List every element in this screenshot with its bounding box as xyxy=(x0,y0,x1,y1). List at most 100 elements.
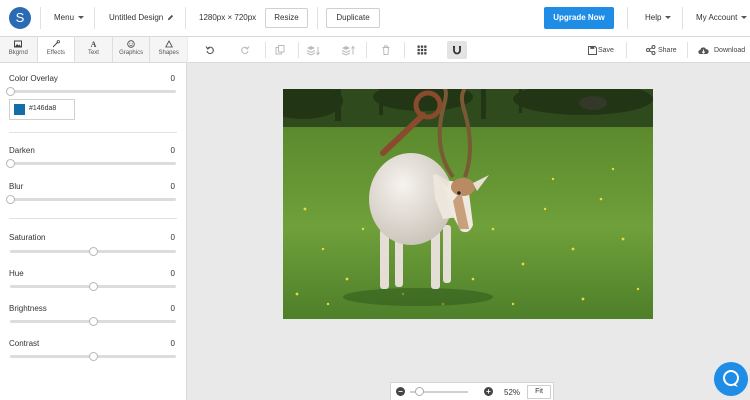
redo-icon[interactable] xyxy=(237,42,253,58)
share-icon[interactable] xyxy=(643,42,659,58)
top-bar: S Menu Untitled Design 1280px × 720px Re… xyxy=(0,0,750,37)
resize-button[interactable]: Resize xyxy=(265,8,308,28)
tab-label: Shapes xyxy=(158,50,179,56)
divider xyxy=(40,7,41,29)
cloud-download-icon[interactable] xyxy=(695,42,711,58)
saturation-label: Saturation xyxy=(9,233,46,242)
effects-panel: Bkgrnd Effects A Text Graphics Shapes Co… xyxy=(0,37,187,400)
tab-label: Text xyxy=(87,50,99,56)
account-menu[interactable]: My Account xyxy=(696,13,748,22)
slider-handle[interactable] xyxy=(6,159,15,168)
chat-support-button[interactable] xyxy=(714,362,748,396)
app-logo[interactable]: S xyxy=(9,7,31,29)
divider xyxy=(404,42,405,58)
menu-button[interactable]: Menu xyxy=(54,13,85,22)
blur-slider[interactable] xyxy=(6,195,176,204)
divider xyxy=(687,42,688,58)
design-name-label: Untitled Design xyxy=(109,13,164,22)
brightness-value: 0 xyxy=(170,304,175,313)
color-overlay-label: Color Overlay xyxy=(9,74,58,83)
tab-effects[interactable]: Effects xyxy=(37,37,76,62)
divider xyxy=(94,7,95,29)
design-canvas[interactable] xyxy=(283,89,653,319)
color-picker-field[interactable]: #146da8 xyxy=(9,99,75,120)
help-menu[interactable]: Help xyxy=(645,13,672,22)
hue-label: Hue xyxy=(9,269,24,278)
chat-bubble-icon xyxy=(723,370,739,387)
tab-label: Graphics xyxy=(119,50,144,56)
chevron-down-icon xyxy=(741,16,748,19)
divider xyxy=(265,42,266,58)
tab-label: Effects xyxy=(46,50,65,56)
divider xyxy=(366,42,367,58)
blur-value: 0 xyxy=(170,182,175,191)
divider xyxy=(185,7,186,29)
divider xyxy=(626,42,627,58)
slider-handle[interactable] xyxy=(89,317,98,326)
tab-graphics[interactable]: Graphics xyxy=(113,37,151,62)
undo-icon[interactable] xyxy=(202,42,218,58)
color-overlay-slider[interactable] xyxy=(6,87,176,96)
editor-toolbar: Save Share Download xyxy=(188,37,750,63)
triangle-icon xyxy=(150,40,187,50)
tab-shapes[interactable]: Shapes xyxy=(150,37,187,62)
contrast-value: 0 xyxy=(170,339,175,348)
hue-value: 0 xyxy=(170,269,175,278)
antelope-photo xyxy=(283,89,653,319)
tab-label: Bkgrnd xyxy=(8,50,28,56)
zoom-percent: 52% xyxy=(504,388,521,397)
slider-handle[interactable] xyxy=(6,195,15,204)
copy-icon[interactable] xyxy=(272,42,288,58)
divider xyxy=(298,42,299,58)
snap-magnet-icon[interactable] xyxy=(447,41,467,59)
saturation-slider[interactable] xyxy=(10,247,176,256)
image-icon xyxy=(0,40,37,50)
text-icon: A xyxy=(90,40,97,49)
upgrade-now-button[interactable]: Upgrade Now xyxy=(544,7,614,29)
trash-icon[interactable] xyxy=(378,42,394,58)
grid-icon[interactable] xyxy=(414,42,430,58)
zoom-out-icon[interactable]: − xyxy=(396,387,405,396)
share-button[interactable]: Share xyxy=(658,47,677,54)
menu-label: Menu xyxy=(54,13,75,22)
zoom-slider[interactable] xyxy=(410,387,468,396)
tab-text[interactable]: A Text xyxy=(75,37,113,62)
help-label: Help xyxy=(645,13,662,22)
contrast-slider[interactable] xyxy=(10,352,176,361)
color-swatch[interactable] xyxy=(14,104,25,115)
wand-icon xyxy=(38,40,75,50)
slider-handle[interactable] xyxy=(89,247,98,256)
divider xyxy=(682,7,683,29)
canvas-dimensions: 1280px × 720px xyxy=(199,13,257,22)
slider-handle[interactable] xyxy=(89,282,98,291)
smiley-icon xyxy=(113,40,150,50)
zoom-in-icon[interactable]: + xyxy=(484,387,493,396)
bring-forward-icon[interactable] xyxy=(340,42,356,58)
divider xyxy=(9,218,177,219)
darken-label: Darken xyxy=(9,146,35,155)
hue-slider[interactable] xyxy=(10,282,176,291)
blur-label: Blur xyxy=(9,182,24,191)
brightness-slider[interactable] xyxy=(10,317,176,326)
zoom-fit-button[interactable]: Fit xyxy=(527,385,551,399)
panel-tabs: Bkgrnd Effects A Text Graphics Shapes xyxy=(0,37,187,63)
divider xyxy=(9,132,177,133)
divider xyxy=(317,7,318,29)
brightness-label: Brightness xyxy=(9,304,47,313)
save-button[interactable]: Save xyxy=(598,47,614,54)
slider-handle[interactable] xyxy=(89,352,98,361)
send-backward-icon[interactable] xyxy=(305,42,321,58)
download-button[interactable]: Download xyxy=(714,47,745,54)
zoom-slider-handle[interactable] xyxy=(415,387,424,396)
saturation-value: 0 xyxy=(170,233,175,242)
contrast-label: Contrast xyxy=(9,339,40,348)
duplicate-button[interactable]: Duplicate xyxy=(326,8,380,28)
darken-slider[interactable] xyxy=(6,159,176,168)
slider-handle[interactable] xyxy=(6,87,15,96)
color-hex-value[interactable]: #146da8 xyxy=(29,105,56,112)
tab-background[interactable]: Bkgrnd xyxy=(0,37,38,62)
color-overlay-value: 0 xyxy=(170,74,175,83)
divider xyxy=(627,7,628,29)
chevron-down-icon xyxy=(665,16,672,19)
design-name[interactable]: Untitled Design xyxy=(109,13,174,22)
